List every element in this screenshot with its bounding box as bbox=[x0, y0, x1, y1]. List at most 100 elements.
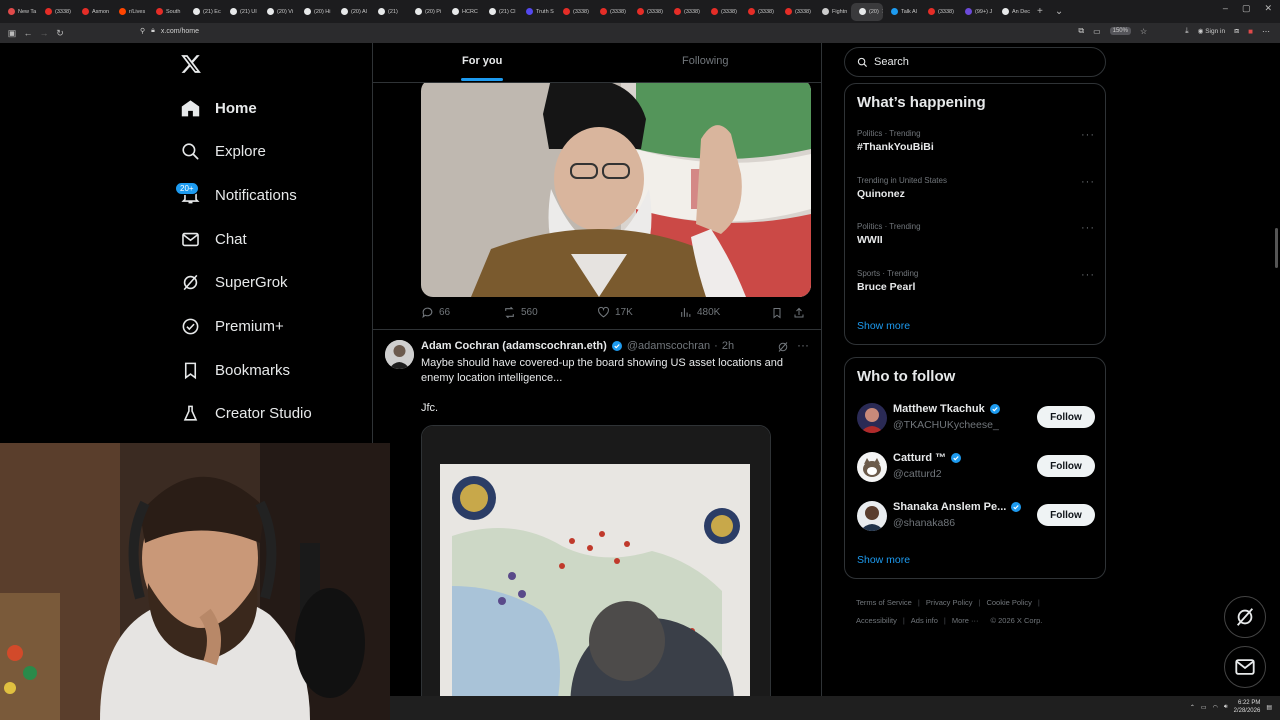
avatar[interactable] bbox=[385, 340, 414, 369]
minimize-icon[interactable]: – bbox=[1223, 3, 1228, 14]
trend-item[interactable]: Trending in United States Quinonez ··· bbox=[857, 176, 1095, 200]
terms-link[interactable]: Terms of Service bbox=[856, 598, 912, 607]
browser-tab[interactable]: r/Lives bbox=[111, 3, 148, 21]
browser-tab[interactable]: (3338) bbox=[703, 3, 740, 21]
browser-tab[interactable]: (21) UI bbox=[222, 3, 259, 21]
nav-item-bookmarks[interactable]: Bookmarks bbox=[180, 355, 290, 385]
forward-icon[interactable]: → bbox=[36, 28, 52, 38]
volume-icon[interactable]: 🔊︎ bbox=[1224, 704, 1228, 711]
trend-item[interactable]: Sports · Trending Bruce Pearl ··· bbox=[857, 269, 1095, 293]
show-more-follow-link[interactable]: Show more bbox=[857, 554, 910, 566]
browser-tab[interactable]: Asmon bbox=[74, 3, 111, 21]
scrollbar-thumb[interactable] bbox=[1275, 228, 1278, 268]
trend-item[interactable]: Politics · Trending #ThankYouBiBi ··· bbox=[857, 129, 1095, 153]
accessibility-link[interactable]: Accessibility bbox=[856, 616, 897, 625]
reply-button[interactable]: 66 bbox=[421, 306, 503, 319]
trend-more-icon[interactable]: ··· bbox=[1081, 269, 1095, 281]
repost-button[interactable]: 560 bbox=[503, 306, 597, 319]
reload-icon[interactable]: ↻ bbox=[52, 28, 68, 39]
browser-tab[interactable]: (20) Al bbox=[333, 3, 370, 21]
nav-item-chat[interactable]: Chat bbox=[180, 224, 247, 254]
browser-tab[interactable]: South bbox=[148, 3, 185, 21]
screenshot-icon[interactable]: ⧉ bbox=[1078, 26, 1084, 36]
browser-tab[interactable]: (3338) bbox=[592, 3, 629, 21]
tab-following[interactable]: Following bbox=[682, 55, 728, 67]
share-button[interactable] bbox=[793, 307, 805, 319]
tab-for-you[interactable]: For you bbox=[462, 55, 502, 67]
follow-suggestion[interactable]: Shanaka Anslem Pe... @shanaka86 Follow bbox=[857, 498, 1095, 534]
browser-tab[interactable]: (21) Ec bbox=[185, 3, 222, 21]
more-options-icon[interactable]: ··· bbox=[797, 338, 809, 352]
browser-tab[interactable]: (3338) bbox=[555, 3, 592, 21]
sign-in-button[interactable]: ◉ Sign in bbox=[1198, 27, 1225, 35]
cookie-link[interactable]: Cookie Policy bbox=[986, 598, 1031, 607]
follow-button[interactable]: Follow bbox=[1037, 455, 1095, 477]
zoom-badge[interactable]: 150% bbox=[1109, 27, 1131, 35]
notifications-tray-icon[interactable]: ▤ bbox=[1266, 704, 1272, 711]
tray-chevron-icon[interactable]: ⌃ bbox=[1190, 704, 1195, 711]
browser-tab[interactable]: HCRC bbox=[444, 3, 481, 21]
bookmark-button[interactable] bbox=[771, 307, 793, 319]
messages-button[interactable] bbox=[1224, 646, 1266, 688]
trend-item[interactable]: Politics · Trending WWII ··· bbox=[857, 222, 1095, 246]
profile-icon[interactable]: ■ bbox=[1248, 27, 1253, 36]
grok-icon[interactable] bbox=[777, 341, 789, 353]
browser-tab[interactable]: (3338) bbox=[37, 3, 74, 21]
post-image[interactable] bbox=[421, 79, 811, 297]
show-more-trends-link[interactable]: Show more bbox=[857, 320, 910, 332]
avatar[interactable] bbox=[857, 452, 887, 482]
search-input[interactable] bbox=[874, 56, 1094, 68]
browser-tab[interactable]: (20) Hi bbox=[296, 3, 333, 21]
tab-search-icon[interactable]: ⌄ bbox=[1049, 6, 1069, 17]
back-icon[interactable]: ← bbox=[20, 28, 36, 38]
browser-tab[interactable]: Fightn bbox=[814, 3, 851, 21]
privacy-link[interactable]: Privacy Policy bbox=[926, 598, 973, 607]
sidebar-toggle-icon[interactable]: ▣ bbox=[4, 28, 20, 39]
new-tab-button[interactable]: + bbox=[1031, 6, 1049, 17]
network-icon[interactable]: ▭ bbox=[1201, 704, 1207, 711]
browser-tab[interactable]: (99+) J bbox=[957, 3, 994, 21]
browser-tab[interactable]: (20) Vi bbox=[259, 3, 296, 21]
maximize-icon[interactable]: ▢ bbox=[1242, 3, 1251, 14]
browser-tab[interactable]: (3338) bbox=[920, 3, 957, 21]
nav-item-creator-studio[interactable]: Creator Studio bbox=[180, 398, 312, 428]
browser-tab[interactable]: (3338) bbox=[777, 3, 814, 21]
menu-icon[interactable]: ⋯ bbox=[1262, 27, 1270, 36]
trend-more-icon[interactable]: ··· bbox=[1081, 176, 1095, 188]
search-box[interactable] bbox=[844, 47, 1106, 77]
nav-item-explore[interactable]: Explore bbox=[180, 136, 266, 166]
wifi-icon[interactable]: ◠ bbox=[1213, 704, 1218, 711]
author-handle[interactable]: @adamscochran bbox=[627, 340, 710, 352]
nav-item-supergrok[interactable]: SuperGrok bbox=[180, 267, 288, 297]
close-icon[interactable]: ✕ bbox=[1264, 3, 1272, 14]
extensions-icon[interactable]: ⧈ bbox=[1234, 26, 1239, 36]
grok-button[interactable] bbox=[1224, 596, 1266, 638]
browser-tab[interactable]: Talk Al bbox=[883, 3, 920, 21]
like-button[interactable]: 17K bbox=[597, 306, 679, 319]
favorite-star-icon[interactable]: ☆ bbox=[1140, 27, 1147, 36]
author-name[interactable]: Adam Cochran (adamscochran.eth) bbox=[421, 340, 607, 352]
picture-in-picture-icon[interactable]: ▭ bbox=[1093, 27, 1101, 36]
x-logo-icon[interactable] bbox=[180, 53, 202, 75]
post-time[interactable]: 2h bbox=[722, 340, 734, 352]
avatar[interactable] bbox=[857, 501, 887, 531]
browser-tab[interactable]: An Dec bbox=[994, 3, 1031, 21]
browser-tab[interactable]: New Ta bbox=[0, 3, 37, 21]
address-bar[interactable]: ⚲ 🔒︎ x.com/home bbox=[140, 27, 199, 35]
clock[interactable]: 6:22 PM 2/28/2026 bbox=[1234, 699, 1261, 715]
browser-tab[interactable]: (21) bbox=[370, 3, 407, 21]
nav-item-home[interactable]: Home bbox=[180, 93, 257, 123]
nav-item-notifications[interactable]: 20+ Notifications bbox=[175, 180, 297, 210]
site-info-icon[interactable]: ⚲ bbox=[140, 27, 145, 35]
nav-item-premium[interactable]: Premium+ bbox=[180, 311, 284, 341]
follow-button[interactable]: Follow bbox=[1037, 504, 1095, 526]
follow-button[interactable]: Follow bbox=[1037, 406, 1095, 428]
avatar[interactable] bbox=[857, 403, 887, 433]
download-icon[interactable]: ⤓ bbox=[1185, 26, 1189, 36]
browser-tab[interactable]: (21) Cl bbox=[481, 3, 518, 21]
more-link[interactable]: More ··· bbox=[952, 616, 979, 625]
browser-tab[interactable]: (3338) bbox=[629, 3, 666, 21]
browser-tab[interactable]: (3338) bbox=[666, 3, 703, 21]
browser-tab[interactable]: Truth S bbox=[518, 3, 555, 21]
trend-more-icon[interactable]: ··· bbox=[1081, 222, 1095, 234]
